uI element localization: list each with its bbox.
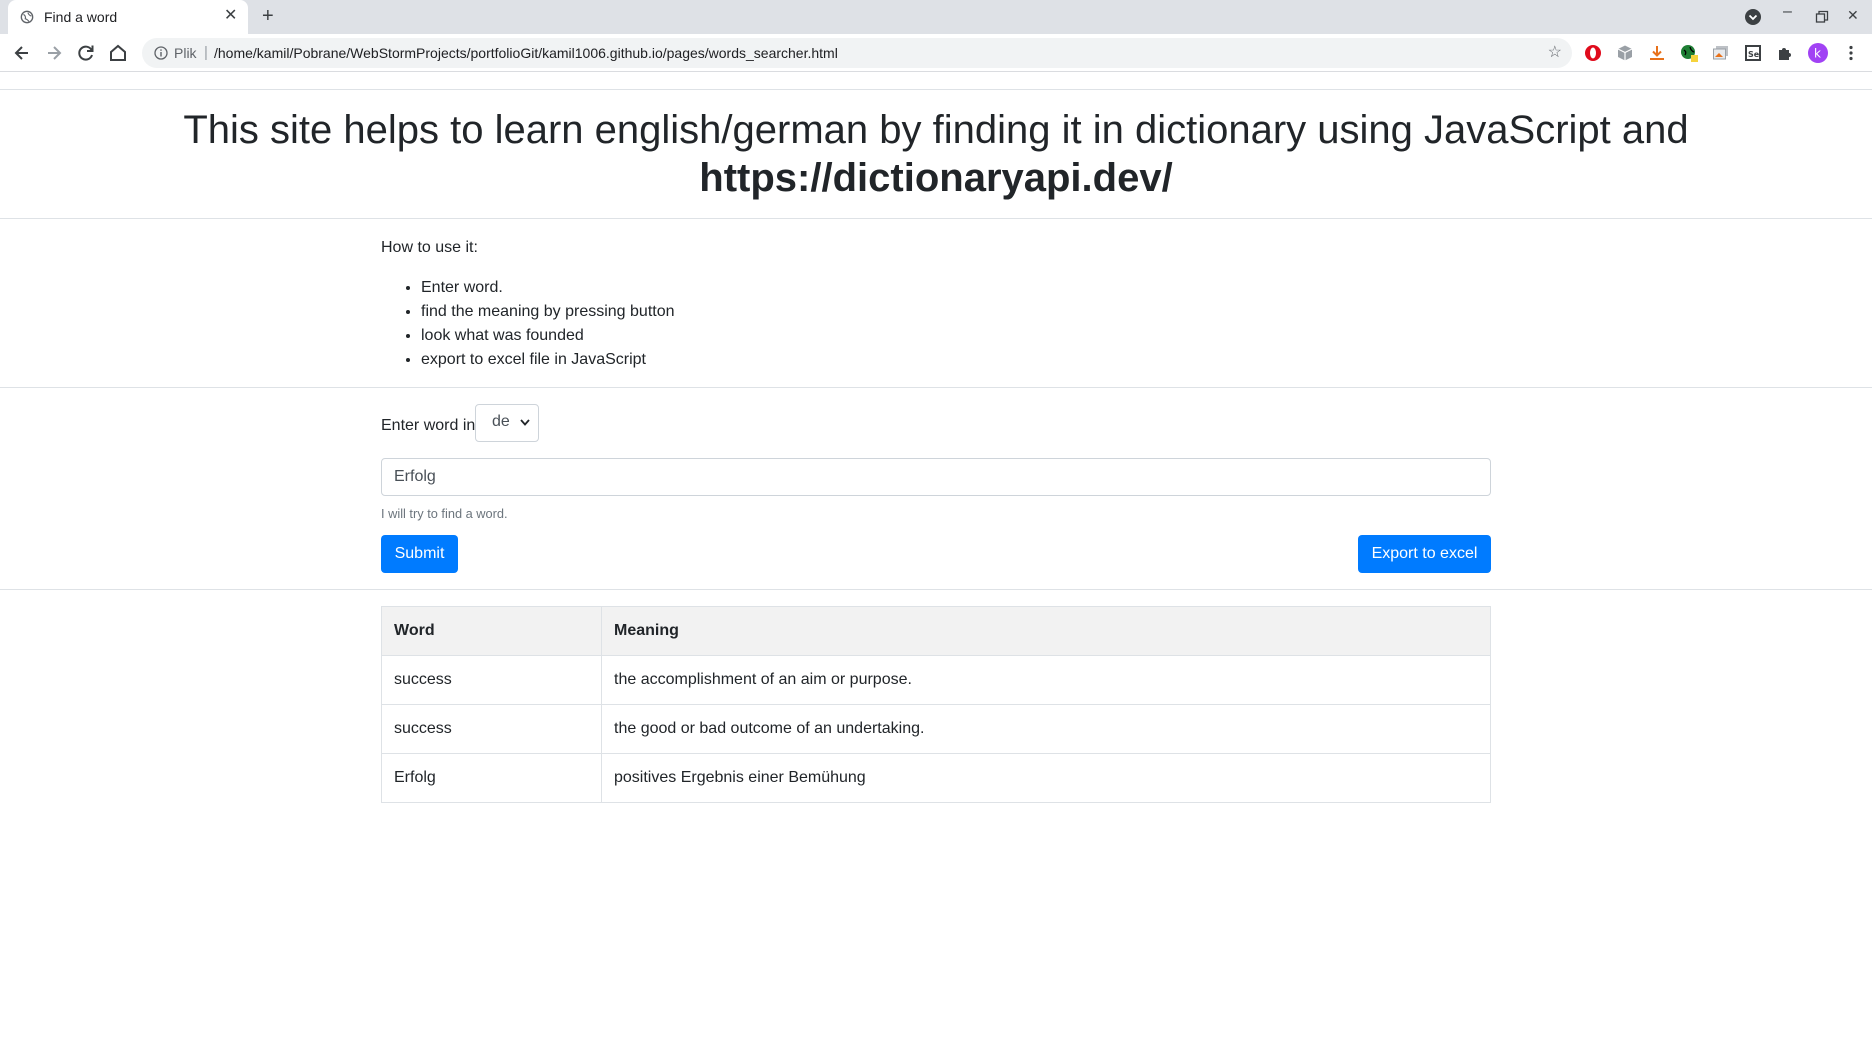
puzzle-extensions-icon[interactable] bbox=[1776, 44, 1794, 62]
globe-extension-icon[interactable] bbox=[1680, 44, 1698, 62]
page-title: This site helps to learn english/german … bbox=[140, 106, 1732, 202]
title-api-link: https://dictionaryapi.dev/ bbox=[699, 156, 1173, 200]
selenium-extension-icon[interactable]: Se bbox=[1744, 44, 1762, 62]
language-select-value: de bbox=[492, 413, 510, 430]
table-row: success the good or bad outcome of an un… bbox=[381, 704, 1491, 754]
download-extension-icon[interactable] bbox=[1648, 44, 1666, 62]
export-to-excel-button[interactable]: Export to excel bbox=[1358, 535, 1491, 573]
list-item: Enter word. bbox=[421, 276, 675, 300]
tab-close-icon[interactable]: ✕ bbox=[224, 8, 237, 24]
title-text: This site helps to learn english/german … bbox=[183, 108, 1689, 152]
word-cell: Erfolg bbox=[381, 753, 602, 803]
word-input-value: Erfolg bbox=[394, 468, 436, 485]
meaning-cell: positives Ergebnis einer Bemühung bbox=[601, 753, 1491, 803]
meaning-cell: the accomplishment of an aim or purpose. bbox=[601, 655, 1491, 705]
divider bbox=[0, 387, 1872, 388]
svg-text:Se: Se bbox=[1748, 50, 1760, 59]
tab-title: Find a word bbox=[44, 9, 118, 25]
column-header-word: Word bbox=[381, 606, 602, 656]
instructions-list: Enter word. find the meaning by pressing… bbox=[421, 276, 675, 372]
minimize-icon[interactable]: – bbox=[1783, 4, 1792, 20]
globe-icon bbox=[20, 10, 34, 24]
home-icon[interactable] bbox=[107, 42, 129, 64]
browser-tab[interactable]: Find a word ✕ bbox=[8, 0, 248, 34]
divider bbox=[0, 218, 1872, 219]
kebab-menu-icon[interactable] bbox=[1842, 44, 1860, 62]
table-row: success the accomplishment of an aim or … bbox=[381, 655, 1491, 705]
opera-extension-icon[interactable] bbox=[1584, 44, 1602, 62]
browser-toolbar: Plik | /home/kamil/Pobrane/WebStormProje… bbox=[0, 34, 1872, 72]
reload-icon[interactable] bbox=[75, 42, 97, 64]
chevron-down-icon bbox=[520, 419, 530, 426]
tab-search-icon[interactable] bbox=[1744, 8, 1762, 26]
table-row: Erfolg positives Ergebnis einer Bemühung bbox=[381, 753, 1491, 803]
list-item: find the meaning by pressing button bbox=[421, 300, 675, 324]
enter-word-label: Enter word in bbox=[381, 417, 476, 434]
meaning-cell: the good or bad outcome of an undertakin… bbox=[601, 704, 1491, 754]
table-header-row: Word Meaning bbox=[381, 606, 1491, 656]
omnibox-divider: | bbox=[204, 44, 208, 61]
forward-icon[interactable] bbox=[43, 42, 65, 64]
instructions-heading: How to use it: bbox=[381, 239, 478, 256]
url-text[interactable]: /home/kamil/Pobrane/WebStormProjects/por… bbox=[214, 45, 838, 61]
back-icon[interactable] bbox=[11, 42, 33, 64]
word-cell: success bbox=[381, 655, 602, 705]
new-tab-icon[interactable]: + bbox=[262, 6, 274, 26]
image-extension-icon[interactable] bbox=[1712, 44, 1730, 62]
list-item: export to excel file in JavaScript bbox=[421, 348, 675, 372]
list-item: look what was founded bbox=[421, 324, 675, 348]
help-text: I will try to find a word. bbox=[381, 506, 508, 521]
language-select[interactable]: de bbox=[475, 404, 539, 442]
scheme-label: Plik bbox=[174, 45, 197, 61]
word-cell: success bbox=[381, 704, 602, 754]
divider bbox=[0, 589, 1872, 590]
profile-avatar[interactable]: k bbox=[1808, 43, 1828, 63]
close-window-icon[interactable]: ✕ bbox=[1847, 7, 1859, 23]
cube-extension-icon[interactable] bbox=[1616, 44, 1634, 62]
avatar-initial: k bbox=[1814, 47, 1821, 61]
bookmark-star-icon[interactable]: ☆ bbox=[1548, 44, 1562, 62]
column-header-meaning: Meaning bbox=[601, 606, 1491, 656]
page-content: This site helps to learn english/german … bbox=[0, 73, 1872, 1053]
restore-icon[interactable] bbox=[1815, 10, 1829, 24]
submit-button[interactable]: Submit bbox=[381, 535, 458, 573]
address-bar[interactable]: Plik | /home/kamil/Pobrane/WebStormProje… bbox=[142, 38, 1572, 68]
divider bbox=[0, 89, 1872, 90]
browser-tabstrip: Find a word ✕ + – ✕ bbox=[0, 0, 1872, 34]
info-icon[interactable] bbox=[154, 46, 168, 60]
word-input[interactable]: Erfolg bbox=[381, 458, 1491, 496]
results-table: Word Meaning success the accomplishment … bbox=[381, 606, 1491, 803]
